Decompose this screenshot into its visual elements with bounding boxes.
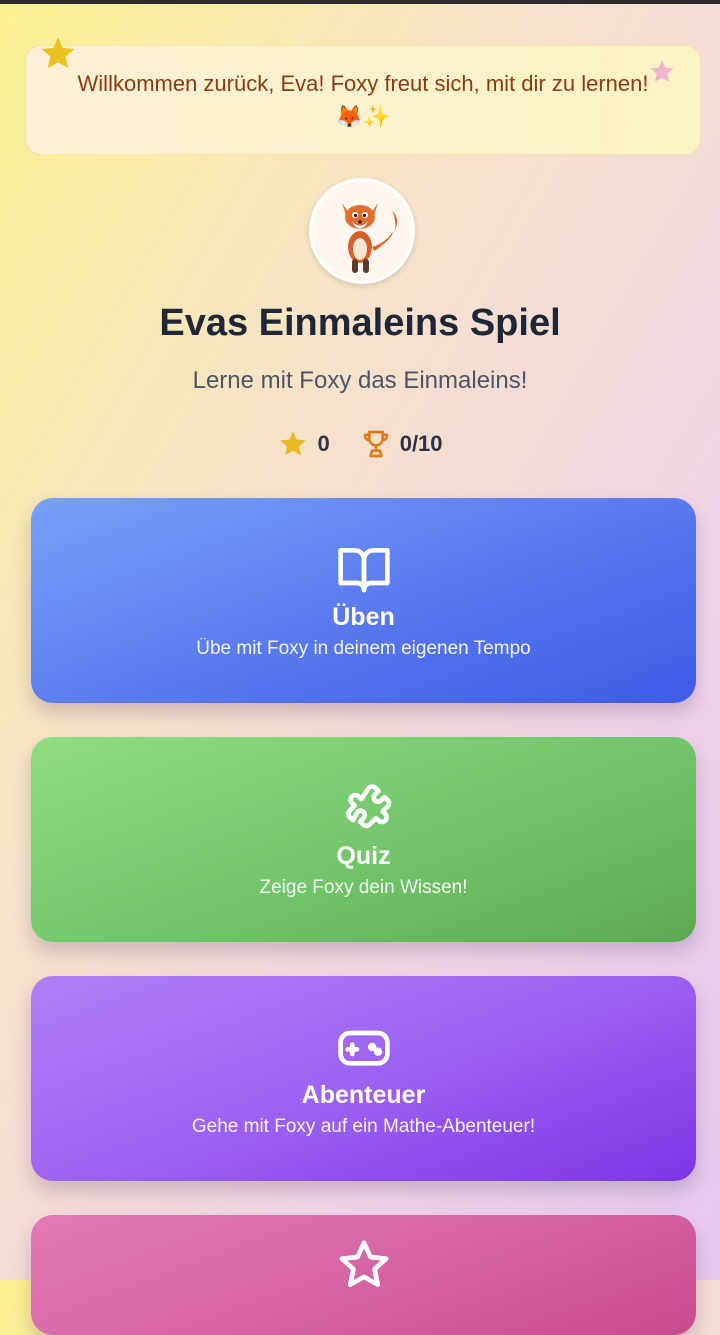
gamepad-icon [337,1030,390,1066]
star-icon [280,431,307,456]
star-outline-icon [339,1240,388,1287]
trophies-count: 0/10 [399,431,443,456]
adventure-description: Gehe mit Foxy auf ein Mathe-Abenteuer! [191,1116,536,1137]
trophies-stat: 0/10 [360,428,443,460]
adventure-card[interactable]: Abenteuer Gehe mit Foxy auf ein Mathe-Ab… [31,976,696,1181]
practice-card[interactable]: Üben Übe mit Foxy in deinem eigenen Temp… [31,498,696,703]
page-title: Evas Einmaleins Spiel [159,302,561,344]
book-icon [337,548,390,593]
practice-label: Üben [332,603,395,631]
adventure-label: Abenteuer [301,1081,426,1109]
stars-count: 0 [317,431,330,456]
quiz-label: Quiz [336,842,391,870]
fourth-mode-card[interactable] [31,1215,696,1335]
pink-star-decoration-icon [650,60,674,82]
page-subtitle: Lerne mit Foxy das Einmaleins! [192,367,528,394]
practice-description: Übe mit Foxy in deinem eigenen Tempo [196,638,531,659]
quiz-description: Zeige Foxy dein Wissen! [259,877,468,898]
quiz-card[interactable]: Quiz Zeige Foxy dein Wissen! [31,737,696,942]
stats-bar: 0 0/10 [0,428,720,460]
puzzle-icon [345,784,391,829]
top-edge [0,0,720,4]
fox-mascot-icon [312,181,412,281]
fox-avatar [309,178,415,284]
star-decoration-icon [41,37,75,68]
stars-stat: 0 [277,428,330,460]
welcome-banner: Willkommen zurück, Eva! Foxy freut sich,… [25,45,701,155]
welcome-text: Willkommen zurück, Eva! Foxy freut sich,… [77,71,649,129]
trophy-icon [363,430,388,458]
